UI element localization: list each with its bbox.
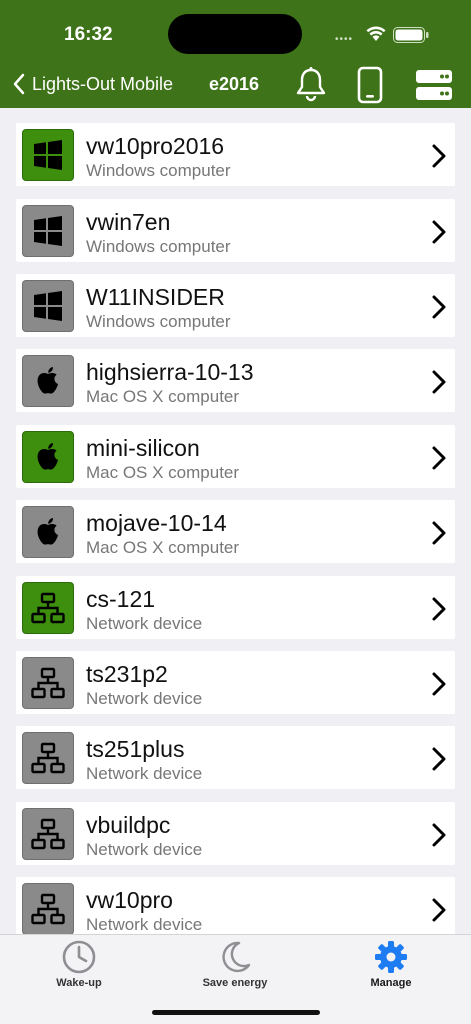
windows-icon	[34, 140, 62, 170]
network-icon	[31, 818, 65, 850]
status-time: 16:32	[64, 24, 113, 45]
chevron-right-icon	[432, 521, 446, 545]
device-icon-box	[22, 205, 74, 257]
list-item[interactable]: vwin7en Windows computer	[16, 199, 455, 262]
chevron-right-icon	[432, 446, 446, 470]
cellular-signal-icon: ••••	[335, 34, 354, 45]
status-bar: 16:32 ••••	[0, 0, 471, 60]
list-item[interactable]: ts231p2 Network device	[16, 651, 455, 714]
device-type: Network device	[86, 764, 203, 783]
tab-wake-up[interactable]: Wake-up	[19, 935, 139, 995]
device-name: ts251plus	[86, 736, 185, 762]
device-name: vbuildpc	[86, 812, 171, 838]
device-name: highsierra-10-13	[86, 359, 254, 385]
device-type: Mac OS X computer	[86, 387, 240, 406]
chevron-right-icon	[432, 898, 446, 922]
device-icon-box	[22, 355, 74, 407]
chevron-right-icon	[432, 370, 446, 394]
network-icon	[31, 667, 65, 699]
device-list: vw10pro2016 Windows computer vwin7en Win…	[0, 108, 471, 934]
device-name: ts231p2	[86, 661, 168, 687]
chevron-right-icon	[432, 144, 446, 168]
battery-icon	[393, 27, 429, 43]
device-name: vwin7en	[86, 209, 171, 235]
moon-icon	[222, 941, 251, 973]
gear-icon	[375, 941, 407, 973]
tab-save-energy[interactable]: Save energy	[175, 935, 295, 995]
chevron-right-icon	[432, 747, 446, 771]
tab-label: Wake-up	[56, 977, 102, 989]
tab-manage[interactable]: Manage	[331, 935, 451, 995]
device-type: Mac OS X computer	[86, 463, 240, 482]
device-icon-box	[22, 808, 74, 860]
list-item[interactable]: vw10pro Network device	[16, 877, 455, 934]
device-name: mojave-10-14	[86, 510, 227, 536]
chevron-right-icon	[432, 823, 446, 847]
device-icon-box	[22, 657, 74, 709]
device-name: cs-121	[86, 586, 156, 612]
apple-icon	[37, 443, 58, 470]
device-icon-box	[22, 732, 74, 784]
device-icon-box	[22, 582, 74, 634]
list-item[interactable]: mini-silicon Mac OS X computer	[16, 425, 455, 488]
home-indicator	[152, 1010, 320, 1015]
network-icon	[31, 893, 65, 925]
network-icon	[31, 742, 65, 774]
header: 16:32 •••• Lights-Out Mobile e2016	[0, 0, 471, 108]
list-item[interactable]: mojave-10-14 Mac OS X computer	[16, 500, 455, 563]
list-item[interactable]: vw10pro2016 Windows computer	[16, 123, 455, 186]
device-name: vw10pro2016	[86, 133, 225, 159]
device-icon-box	[22, 431, 74, 483]
device-type: Network device	[86, 689, 203, 708]
server-icon[interactable]	[414, 68, 454, 102]
page-title: e2016	[209, 74, 260, 94]
windows-icon	[34, 216, 62, 246]
chevron-right-icon	[432, 220, 446, 244]
list-item[interactable]: highsierra-10-13 Mac OS X computer	[16, 349, 455, 412]
wifi-icon	[366, 26, 386, 41]
device-type: Network device	[86, 614, 203, 633]
device-type: Network device	[86, 915, 203, 934]
back-label: Lights-Out Mobile	[32, 73, 174, 94]
bell-icon[interactable]	[294, 66, 328, 102]
tab-label: Save energy	[202, 977, 268, 989]
device-icon-box	[22, 883, 74, 934]
device-icon-box	[22, 129, 74, 181]
chevron-left-icon	[13, 73, 25, 95]
device-icon-box	[22, 506, 74, 558]
tab-label: Manage	[370, 977, 412, 989]
list-item[interactable]: W11INSIDER Windows computer	[16, 274, 455, 337]
list-item[interactable]: cs-121 Network device	[16, 576, 455, 639]
device-type: Windows computer	[86, 161, 231, 180]
list-item[interactable]: ts251plus Network device	[16, 726, 455, 789]
clock-icon	[62, 940, 96, 974]
navigation-bar: Lights-Out Mobile e2016	[0, 60, 471, 108]
device-name: vw10pro	[86, 887, 173, 913]
dynamic-island	[168, 14, 302, 54]
device-type: Windows computer	[86, 312, 231, 331]
network-icon	[31, 592, 65, 624]
device-type: Network device	[86, 840, 203, 859]
apple-icon	[37, 518, 58, 545]
device-icon-box	[22, 280, 74, 332]
list-item[interactable]: vbuildpc Network device	[16, 802, 455, 865]
chevron-right-icon	[432, 672, 446, 696]
back-button[interactable]: Lights-Out Mobile	[12, 68, 173, 100]
phone-icon[interactable]	[355, 66, 385, 104]
device-type: Mac OS X computer	[86, 538, 240, 557]
chevron-right-icon	[432, 597, 446, 621]
apple-icon	[37, 367, 58, 394]
device-name: W11INSIDER	[86, 284, 225, 310]
device-type: Windows computer	[86, 237, 231, 256]
windows-icon	[34, 291, 62, 321]
device-name: mini-silicon	[86, 435, 200, 461]
chevron-right-icon	[432, 295, 446, 319]
